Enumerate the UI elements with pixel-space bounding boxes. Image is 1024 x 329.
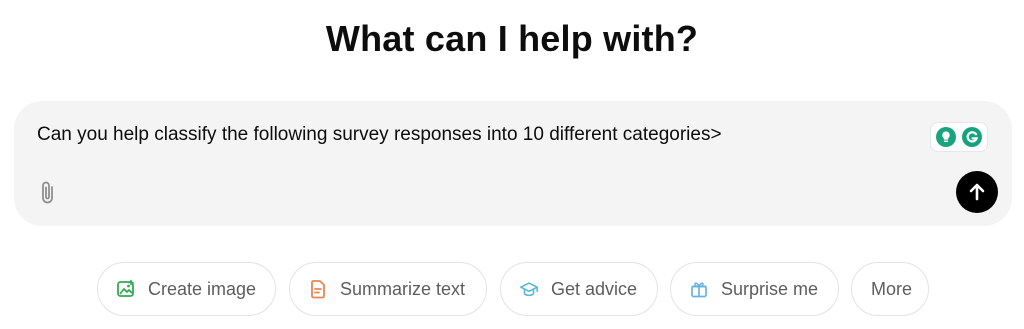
writing-assistant-badge[interactable] [930,122,988,152]
surprise-me-button[interactable]: Surprise me [670,262,839,316]
chip-label: Get advice [551,278,638,299]
suggestion-chips: Create image Summarize text Get advice S… [0,262,1024,318]
graduation-cap-icon [519,279,539,299]
arrow-up-icon [966,181,988,203]
summarize-text-button[interactable]: Summarize text [289,262,487,316]
more-button[interactable]: More [851,262,929,316]
document-icon [308,279,328,299]
lightbulb-icon[interactable] [935,126,957,148]
chip-label: Create image [148,278,257,299]
chip-label: Surprise me [721,278,819,299]
paperclip-icon[interactable] [38,179,58,207]
chip-label: More [871,278,913,299]
grammarly-icon[interactable] [961,126,983,148]
chip-label: Summarize text [340,278,466,299]
page: What can I help with? Can you help class… [0,0,1024,329]
create-image-button[interactable]: Create image [97,262,276,316]
prompt-composer[interactable]: Can you help classify the following surv… [14,101,1012,226]
gift-icon [689,279,709,299]
get-advice-button[interactable]: Get advice [500,262,658,316]
send-button[interactable] [956,171,998,213]
image-icon [116,279,136,299]
prompt-input[interactable]: Can you help classify the following surv… [37,124,722,146]
page-title: What can I help with? [325,18,699,59]
